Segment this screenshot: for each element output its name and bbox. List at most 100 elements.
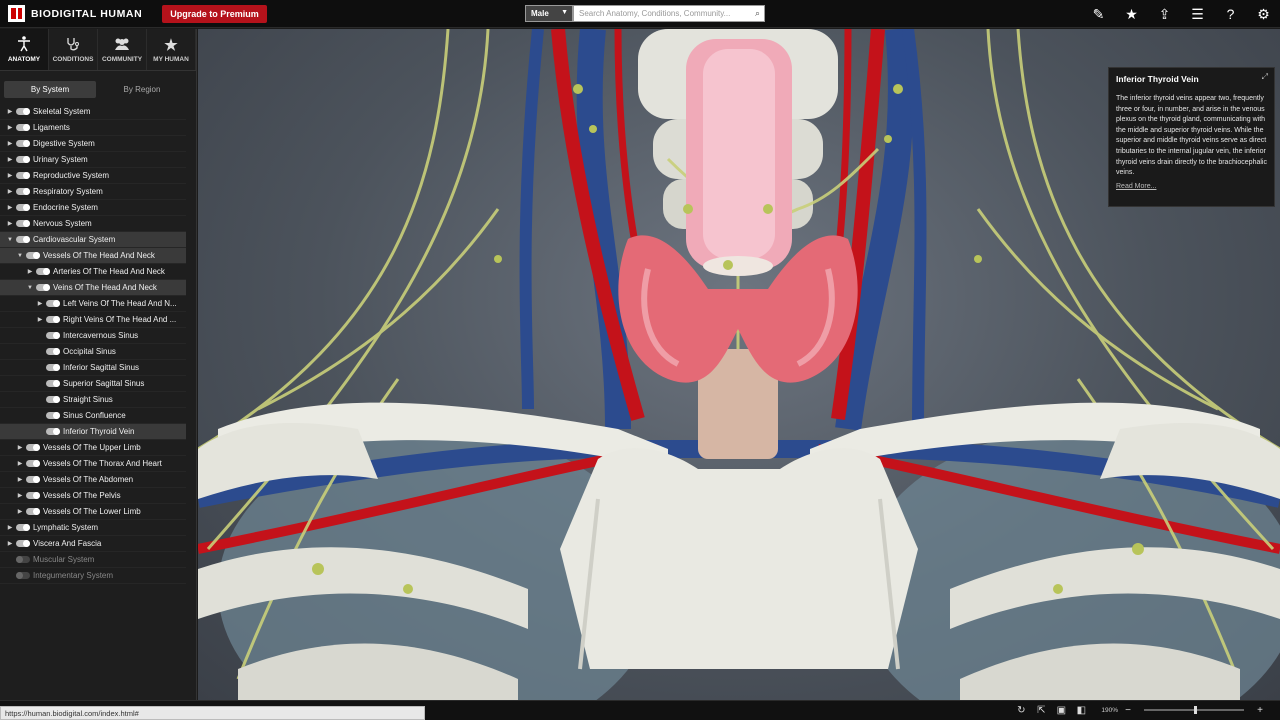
- visibility-toggle[interactable]: [16, 572, 30, 579]
- caret-right-icon[interactable]: ▶: [36, 316, 44, 323]
- visibility-toggle[interactable]: [26, 508, 40, 515]
- visibility-toggle[interactable]: [36, 284, 50, 291]
- tree-item[interactable]: ▶ Urinary System: [0, 152, 186, 168]
- read-more-link[interactable]: Read More...: [1116, 183, 1267, 190]
- tree-item[interactable]: ▶ Nervous System: [0, 216, 186, 232]
- tree-item[interactable]: ▶ Vessels Of The Abdomen: [0, 472, 186, 488]
- gear-icon[interactable]: ⚙: [1247, 0, 1280, 28]
- upgrade-premium-button[interactable]: Upgrade to Premium: [162, 4, 267, 23]
- visibility-toggle[interactable]: [16, 140, 30, 147]
- tree-item[interactable]: Superior Sagittal Sinus: [0, 376, 186, 392]
- visibility-toggle[interactable]: [16, 124, 30, 131]
- caret-down-icon[interactable]: ▼: [6, 237, 14, 243]
- visibility-toggle[interactable]: [46, 412, 60, 419]
- caret-right-icon[interactable]: ▶: [16, 460, 24, 467]
- visibility-toggle[interactable]: [16, 188, 30, 195]
- tree-item[interactable]: Muscular System: [0, 552, 186, 568]
- caret-right-icon[interactable]: ▶: [16, 476, 24, 483]
- tree-item[interactable]: Inferior Thyroid Vein: [0, 424, 186, 440]
- tree-item[interactable]: ▶ Left Veins Of The Head And N...: [0, 296, 186, 312]
- visibility-toggle[interactable]: [16, 172, 30, 179]
- tree-item[interactable]: ▶ Arteries Of The Head And Neck: [0, 264, 186, 280]
- zoom-in-icon[interactable]: +: [1250, 705, 1270, 716]
- visibility-toggle[interactable]: [26, 460, 40, 467]
- visibility-toggle[interactable]: [46, 364, 60, 371]
- tree-item[interactable]: ▼ Cardiovascular System: [0, 232, 186, 248]
- caret-right-icon[interactable]: ▶: [6, 108, 14, 115]
- tab-community[interactable]: COMMUNITY: [98, 29, 147, 70]
- tree-item[interactable]: ▶ Vessels Of The Thorax And Heart: [0, 456, 186, 472]
- tree-item[interactable]: ▶ Vessels Of The Lower Limb: [0, 504, 186, 520]
- zoom-slider[interactable]: [1144, 706, 1244, 714]
- visibility-toggle[interactable]: [16, 556, 30, 563]
- visibility-toggle[interactable]: [36, 268, 50, 275]
- caret-right-icon[interactable]: ▶: [16, 444, 24, 451]
- visibility-toggle[interactable]: [16, 156, 30, 163]
- caret-right-icon[interactable]: ▶: [16, 492, 24, 499]
- caret-right-icon[interactable]: ▶: [6, 540, 14, 547]
- visibility-toggle[interactable]: [46, 332, 60, 339]
- caret-down-icon[interactable]: ▼: [16, 253, 24, 259]
- pencil-icon[interactable]: ✎: [1082, 0, 1115, 28]
- split-view-icon[interactable]: ◧: [1071, 705, 1091, 716]
- tab-by-system[interactable]: By System: [4, 81, 96, 98]
- tree-item[interactable]: ▶ Respiratory System: [0, 184, 186, 200]
- tree-item[interactable]: ▶ Skeletal System: [0, 104, 186, 120]
- caret-right-icon[interactable]: ▶: [6, 204, 14, 211]
- caret-down-icon[interactable]: ▼: [26, 285, 34, 291]
- tree-item[interactable]: ▶ Viscera And Fascia: [0, 536, 186, 552]
- help-icon[interactable]: ?: [1214, 0, 1247, 28]
- visibility-toggle[interactable]: [46, 300, 60, 307]
- visibility-toggle[interactable]: [16, 540, 30, 547]
- tree-item[interactable]: Occipital Sinus: [0, 344, 186, 360]
- gender-select[interactable]: Male ▼: [525, 5, 573, 22]
- tab-anatomy[interactable]: ANATOMY: [0, 29, 49, 70]
- star-icon[interactable]: ★: [1115, 0, 1148, 28]
- tree-item[interactable]: ▼ Veins Of The Head And Neck: [0, 280, 186, 296]
- caret-right-icon[interactable]: ▶: [6, 188, 14, 195]
- visibility-toggle[interactable]: [16, 524, 30, 531]
- search-input[interactable]: Search Anatomy, Conditions, Community...…: [573, 5, 765, 22]
- visibility-toggle[interactable]: [26, 476, 40, 483]
- tree-item[interactable]: ▶ Endocrine System: [0, 200, 186, 216]
- search-icon[interactable]: ⌕: [755, 8, 760, 19]
- visibility-toggle[interactable]: [26, 444, 40, 451]
- caret-right-icon[interactable]: ▶: [6, 156, 14, 163]
- tab-my-human[interactable]: ★ MY HUMAN: [147, 29, 196, 70]
- zoom-slider-handle[interactable]: [1194, 706, 1197, 714]
- caret-right-icon[interactable]: ▶: [36, 300, 44, 307]
- share-icon[interactable]: ⇪: [1148, 0, 1181, 28]
- visibility-toggle[interactable]: [46, 380, 60, 387]
- caret-right-icon[interactable]: ▶: [16, 508, 24, 515]
- visibility-toggle[interactable]: [16, 108, 30, 115]
- visibility-toggle[interactable]: [16, 220, 30, 227]
- tree-item[interactable]: ▶ Vessels Of The Pelvis: [0, 488, 186, 504]
- tree-item[interactable]: ▶ Lymphatic System: [0, 520, 186, 536]
- app-logo[interactable]: BIODIGITAL HUMAN: [8, 5, 142, 22]
- caret-right-icon[interactable]: ▶: [6, 524, 14, 531]
- tree-item[interactable]: Sinus Confluence: [0, 408, 186, 424]
- reset-view-icon[interactable]: ↻: [1011, 705, 1031, 716]
- tree-item[interactable]: ▼ Vessels Of The Head And Neck: [0, 248, 186, 264]
- expand-icon[interactable]: ⤢: [1262, 72, 1268, 82]
- caret-right-icon[interactable]: ▶: [6, 172, 14, 179]
- visibility-toggle[interactable]: [46, 348, 60, 355]
- visibility-toggle[interactable]: [16, 204, 30, 211]
- visibility-toggle[interactable]: [46, 428, 60, 435]
- visibility-toggle[interactable]: [26, 252, 40, 259]
- tab-by-region[interactable]: By Region: [96, 81, 188, 98]
- tab-conditions[interactable]: CONDITIONS: [49, 29, 98, 70]
- caret-right-icon[interactable]: ▶: [6, 140, 14, 147]
- visibility-toggle[interactable]: [46, 396, 60, 403]
- zoom-out-icon[interactable]: −: [1118, 705, 1138, 716]
- tree-item[interactable]: ▶ Vessels Of The Upper Limb: [0, 440, 186, 456]
- tree-item[interactable]: ▶ Right Veins Of The Head And ...: [0, 312, 186, 328]
- external-link-icon[interactable]: ⇱: [1031, 705, 1051, 716]
- checklist-icon[interactable]: ☰: [1181, 0, 1214, 28]
- visibility-toggle[interactable]: [26, 492, 40, 499]
- caret-right-icon[interactable]: ▶: [6, 220, 14, 227]
- tree-item[interactable]: Integumentary System: [0, 568, 186, 584]
- tree-item[interactable]: ▶ Ligaments: [0, 120, 186, 136]
- tree-item[interactable]: Inferior Sagittal Sinus: [0, 360, 186, 376]
- caret-right-icon[interactable]: ▶: [6, 124, 14, 131]
